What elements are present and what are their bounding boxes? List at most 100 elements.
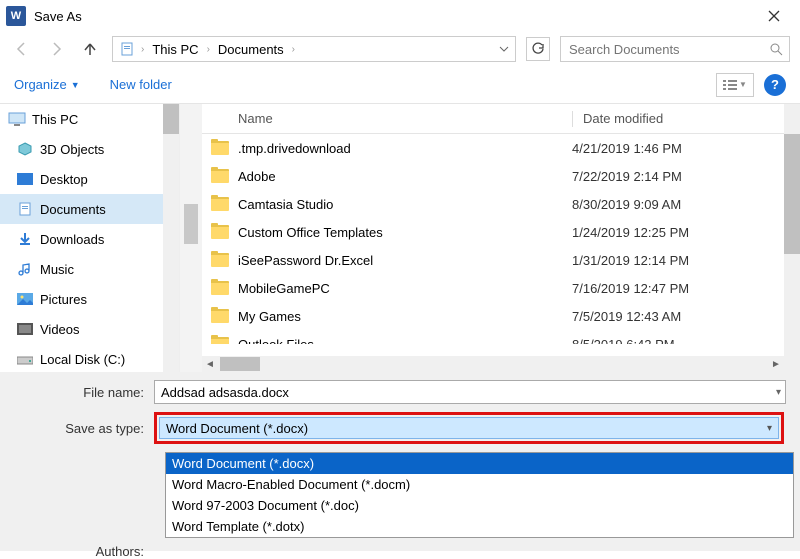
toolbar: Organize▼ New folder ▼ ? [0,66,800,104]
nav-row: › This PC › Documents › [0,32,800,66]
file-name: Outlook Files [238,337,572,345]
up-button[interactable] [78,37,102,61]
tree-label: Music [40,262,74,277]
search-input[interactable] [567,41,769,58]
file-date: 1/31/2019 12:14 PM [572,253,800,268]
folder-icon [202,337,238,344]
type-option[interactable]: Word Document (*.docx) [166,453,793,474]
file-row[interactable]: iSeePassword Dr.Excel1/31/2019 12:14 PM [202,246,800,274]
music-icon [16,261,34,277]
chevron-down-icon: ▼ [71,80,80,90]
tree-scrollbar[interactable] [163,104,179,372]
tree-label: Pictures [40,292,87,307]
column-name[interactable]: Name [202,111,572,126]
pictures-icon [16,291,34,307]
column-headers[interactable]: Name Date modified [202,104,800,134]
chevron-down-icon[interactable] [499,44,509,54]
file-name: Adobe [238,169,572,184]
file-row[interactable]: .tmp.drivedownload4/21/2019 1:46 PM [202,134,800,162]
tree-label: Local Disk (C:) [40,352,125,367]
dialog-title: Save As [34,9,82,24]
tree-downloads[interactable]: Downloads [0,224,179,254]
scroll-left-icon[interactable]: ◄ [202,356,218,372]
document-location-icon [119,41,135,57]
file-list: .tmp.drivedownload4/21/2019 1:46 PMAdobe… [202,134,800,344]
type-option[interactable]: Word Macro-Enabled Document (*.docm) [166,474,793,495]
file-row[interactable]: MobileGamePC7/16/2019 12:47 PM [202,274,800,302]
documents-icon [16,201,34,217]
navigation-tree: This PC 3D Objects Desktop Documents Dow… [0,104,180,372]
tree-pictures[interactable]: Pictures [0,284,179,314]
chevron-right-icon: › [139,44,146,55]
save-as-type-value: Word Document (*.docx) [166,421,308,436]
file-row[interactable]: Outlook Files8/5/2019 6:42 PM [202,330,800,344]
file-date: 8/30/2019 9:09 AM [572,197,800,212]
save-as-type-label: Save as type: [14,421,154,436]
view-options-button[interactable]: ▼ [716,73,754,97]
chevron-down-icon[interactable]: ▾ [776,387,781,398]
file-name: Camtasia Studio [238,197,572,212]
file-row[interactable]: Camtasia Studio8/30/2019 9:09 AM [202,190,800,218]
refresh-button[interactable] [526,37,550,61]
file-name: .tmp.drivedownload [238,141,572,156]
tree-local-disk[interactable]: Local Disk (C:) [0,344,179,372]
title-bar: W Save As [0,0,800,32]
scroll-right-icon[interactable]: ► [768,356,784,372]
file-name: Custom Office Templates [238,225,572,240]
folder-icon [202,309,238,323]
chevron-down-icon: ▼ [739,80,747,89]
filename-value: Addsad adsasda.docx [161,385,289,400]
tree-this-pc[interactable]: This PC [0,104,179,134]
folder-icon [202,169,238,183]
back-button[interactable] [10,37,34,61]
tree-label: Downloads [40,232,104,247]
type-option[interactable]: Word 97-2003 Document (*.doc) [166,495,793,516]
column-date[interactable]: Date modified [573,111,800,126]
search-icon [769,42,783,56]
file-date: 7/5/2019 12:43 AM [572,309,800,324]
type-option[interactable]: Word Template (*.dotx) [166,516,793,537]
file-date: 7/22/2019 2:14 PM [572,169,800,184]
computer-icon [8,111,26,127]
filename-label: File name: [14,385,154,400]
organize-menu[interactable]: Organize▼ [14,77,80,92]
word-app-icon: W [6,6,26,26]
file-name: My Games [238,309,572,324]
address-bar[interactable]: › This PC › Documents › [112,36,516,62]
tree-label: Videos [40,322,80,337]
new-folder-button[interactable]: New folder [110,77,172,92]
file-row[interactable]: Adobe7/22/2019 2:14 PM [202,162,800,190]
splitter[interactable] [180,104,202,372]
tree-videos[interactable]: Videos [0,314,179,344]
downloads-icon [16,231,34,247]
help-button[interactable]: ? [764,74,786,96]
tree-label: 3D Objects [40,142,104,157]
save-as-type-select[interactable]: Word Document (*.docx) ▾ [159,417,779,439]
chevron-right-icon: › [290,44,297,55]
folder-icon [202,225,238,239]
tree-music[interactable]: Music [0,254,179,284]
horizontal-scrollbar[interactable]: ◄ ► [202,356,784,372]
file-date: 7/16/2019 12:47 PM [572,281,800,296]
breadcrumb-this-pc[interactable]: This PC [150,42,200,57]
folder-icon [202,253,238,267]
tree-3d-objects[interactable]: 3D Objects [0,134,179,164]
breadcrumb-documents[interactable]: Documents [216,42,286,57]
tree-documents[interactable]: Documents [0,194,179,224]
search-box[interactable] [560,36,790,62]
forward-button[interactable] [44,37,68,61]
cube-icon [16,141,34,157]
tree-desktop[interactable]: Desktop [0,164,179,194]
chevron-down-icon[interactable]: ▾ [767,423,772,434]
file-row[interactable]: Custom Office Templates1/24/2019 12:25 P… [202,218,800,246]
authors-label: Authors: [14,544,154,559]
folder-icon [202,197,238,211]
filename-input[interactable]: Addsad adsasda.docx ▾ [154,380,786,404]
file-date: 1/24/2019 12:25 PM [572,225,800,240]
file-name: MobileGamePC [238,281,572,296]
close-button[interactable] [754,2,794,30]
save-as-type-dropdown: Word Document (*.docx)Word Macro-Enabled… [165,452,794,538]
highlight-box: Word Document (*.docx) ▾ [154,412,784,444]
vertical-scrollbar[interactable] [784,104,800,372]
file-row[interactable]: My Games7/5/2019 12:43 AM [202,302,800,330]
